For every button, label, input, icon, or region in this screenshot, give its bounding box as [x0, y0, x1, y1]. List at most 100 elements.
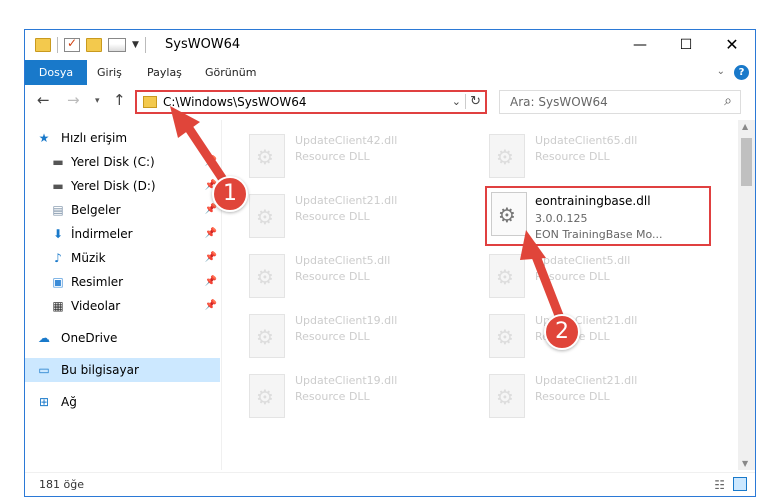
- dll-file-icon: [489, 374, 525, 418]
- address-path[interactable]: C:\Windows\SysWOW64: [163, 95, 307, 109]
- pin-icon: 📌: [204, 252, 217, 263]
- dll-file-icon: [489, 254, 525, 298]
- tab-home[interactable]: Giriş: [97, 60, 122, 85]
- maximize-button[interactable]: ☐: [663, 30, 709, 60]
- videos-icon: ▦: [52, 299, 64, 313]
- file-version: 3.0.0.125: [535, 212, 588, 225]
- drive-icon: ▬: [52, 155, 64, 169]
- divider: [57, 37, 58, 53]
- scroll-up-icon[interactable]: ▲: [742, 122, 748, 131]
- search-input[interactable]: Ara: SysWOW64 ⌕: [499, 90, 741, 114]
- file-description: Resource DLL: [535, 150, 610, 163]
- sidebar-item-documents[interactable]: ▤ Belgeler 📌: [25, 198, 220, 222]
- sidebar-item-network[interactable]: ⊞ Ağ: [25, 390, 220, 414]
- customize-icon[interactable]: [108, 38, 126, 52]
- file-name: UpdateClient19.dll: [295, 374, 398, 387]
- file-item[interactable]: UpdateClient65.dll Resource DLL: [465, 126, 695, 178]
- item-count: 181 öğe: [39, 478, 84, 491]
- dll-file-icon: [249, 254, 285, 298]
- sidebar-item-label: Yerel Disk (D:): [71, 179, 156, 193]
- properties-check-icon[interactable]: [64, 36, 80, 52]
- sidebar-item-music[interactable]: ♪ Müzik 📌: [25, 246, 220, 270]
- music-icon: ♪: [54, 251, 62, 265]
- file-description: Resource DLL: [535, 390, 610, 403]
- file-description: Resource DLL: [295, 210, 370, 223]
- close-button[interactable]: ✕: [709, 30, 755, 60]
- file-item[interactable]: UpdateClient21.dll Resource DLL: [465, 306, 695, 358]
- tab-file[interactable]: Dosya: [25, 60, 87, 85]
- sidebar-item-label: Videolar: [71, 299, 121, 313]
- back-button[interactable]: ←: [37, 91, 50, 109]
- pin-icon: 📌: [204, 276, 217, 287]
- step-2-badge: 2: [544, 314, 580, 350]
- sidebar-item-local-disk-d[interactable]: ▬ Yerel Disk (D:) 📌: [25, 174, 220, 198]
- sidebar-item-onedrive[interactable]: ☁ OneDrive: [25, 326, 220, 350]
- scroll-thumb[interactable]: [741, 138, 752, 186]
- minimize-button[interactable]: —: [617, 30, 663, 60]
- sidebar-item-label: İndirmeler: [71, 227, 133, 241]
- sidebar-item-videos[interactable]: ▦ Videolar 📌: [25, 294, 220, 318]
- title-bar: ▼ SysWOW64 — ☐ ✕: [25, 30, 755, 60]
- pane-divider[interactable]: [221, 120, 222, 470]
- new-folder-icon[interactable]: [86, 38, 102, 52]
- details-view-icon[interactable]: ☷: [714, 478, 725, 492]
- dll-file-icon: [491, 192, 527, 236]
- sidebar-item-label: Hızlı erişim: [61, 131, 128, 145]
- tab-share[interactable]: Paylaş: [147, 60, 182, 85]
- file-item[interactable]: UpdateClient21.dll Resource DLL: [465, 366, 695, 418]
- tiles-view-icon[interactable]: [733, 477, 747, 491]
- chevron-down-icon[interactable]: ⌄: [452, 95, 461, 108]
- sidebar-item-label: OneDrive: [61, 331, 118, 345]
- folder-icon: [35, 38, 51, 52]
- step-1-badge: 1: [212, 176, 248, 212]
- file-item[interactable]: UpdateClient19.dll Resource DLL: [225, 306, 455, 358]
- network-icon: ⊞: [38, 395, 50, 409]
- dll-file-icon: [489, 134, 525, 178]
- sidebar-item-this-pc[interactable]: ▭ Bu bilgisayar: [25, 358, 220, 382]
- tab-view[interactable]: Görünüm: [205, 60, 256, 85]
- drive-icon: ▬: [52, 179, 64, 193]
- search-icon[interactable]: ⌕: [724, 93, 732, 109]
- quick-access-toolbar: ▼: [35, 36, 146, 53]
- cloud-icon: ☁: [38, 331, 50, 345]
- file-description: Resource DLL: [295, 330, 370, 343]
- divider: [144, 37, 146, 53]
- folder-icon: [143, 96, 157, 108]
- help-icon[interactable]: ?: [734, 65, 749, 80]
- chevron-down-icon[interactable]: ▼: [132, 40, 139, 50]
- documents-icon: ▤: [52, 203, 64, 217]
- pin-icon: 📌: [204, 156, 217, 167]
- forward-button[interactable]: →: [67, 91, 80, 109]
- sidebar-item-label: Ağ: [61, 395, 77, 409]
- file-name: UpdateClient19.dll: [295, 314, 398, 327]
- dll-file-icon: [489, 314, 525, 358]
- address-bar[interactable]: C:\Windows\SysWOW64 ⌄ ↻: [135, 90, 487, 114]
- sidebar-item-downloads[interactable]: ⬇ İndirmeler 📌: [25, 222, 220, 246]
- expand-ribbon-icon[interactable]: ⌄: [717, 66, 725, 77]
- sidebar-item-pictures[interactable]: ▣ Resimler 📌: [25, 270, 220, 294]
- scroll-down-icon[interactable]: ▼: [742, 459, 748, 468]
- sidebar-item-label: Müzik: [71, 251, 106, 265]
- file-description: Resource DLL: [535, 270, 610, 283]
- file-description: Resource DLL: [295, 150, 370, 163]
- file-item[interactable]: UpdateClient5.dll Resource DLL: [465, 246, 695, 298]
- file-item[interactable]: UpdateClient21.dll Resource DLL: [225, 186, 455, 238]
- file-name: UpdateClient5.dll: [535, 254, 631, 267]
- file-item[interactable]: UpdateClient42.dll Resource DLL: [225, 126, 455, 178]
- file-item-eontrainingbase[interactable]: eontrainingbase.dll 3.0.0.125 EON Traini…: [485, 186, 711, 246]
- vertical-scrollbar[interactable]: ▲ ▼: [738, 120, 755, 470]
- sidebar-item-label: Yerel Disk (C:): [71, 155, 155, 169]
- file-item[interactable]: UpdateClient5.dll Resource DLL: [225, 246, 455, 298]
- ribbon: Dosya Giriş Paylaş Görünüm ⌄ ?: [25, 60, 755, 85]
- file-item[interactable]: UpdateClient19.dll Resource DLL: [225, 366, 455, 418]
- status-bar: 181 öğe ☷: [25, 472, 755, 496]
- file-name: eontrainingbase.dll: [535, 194, 651, 208]
- refresh-icon[interactable]: ↻: [465, 94, 481, 109]
- sidebar-item-local-disk-c[interactable]: ▬ Yerel Disk (C:) 📌: [25, 150, 220, 174]
- pin-icon: 📌: [204, 300, 217, 311]
- file-list: UpdateClient42.dll Resource DLL UpdateCl…: [225, 120, 735, 470]
- up-button[interactable]: ↑: [113, 91, 126, 109]
- sidebar-item-quick-access[interactable]: ★ Hızlı erişim: [25, 126, 220, 150]
- recent-locations-icon[interactable]: ▾: [95, 96, 100, 106]
- dll-file-icon: [249, 194, 285, 238]
